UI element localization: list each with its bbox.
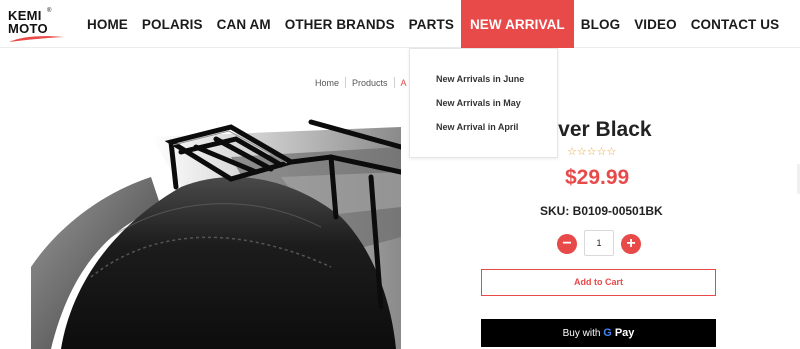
- nav-item-parts[interactable]: PARTS: [402, 0, 461, 48]
- product-sku: SKU: B0109-00501BK: [540, 204, 663, 218]
- product-price: $29.99: [565, 166, 630, 189]
- logo-swoosh-icon: [9, 36, 64, 42]
- dropdown-item-april[interactable]: New Arrival in April: [436, 122, 518, 132]
- quantity-increase-button[interactable]: +: [621, 234, 641, 254]
- breadcrumb-products[interactable]: Products: [346, 78, 394, 88]
- rating-stars[interactable]: ☆☆☆☆☆: [567, 147, 616, 158]
- nav-item-polaris[interactable]: POLARIS: [135, 0, 210, 48]
- logo-text-line2: MOTO: [8, 21, 48, 36]
- dropdown-item-june[interactable]: New Arrivals in June: [436, 74, 524, 84]
- breadcrumb: Home Products A: [315, 77, 413, 88]
- buy-with-google-pay-button[interactable]: Buy with G Pay: [481, 319, 716, 347]
- logo-registered-mark: ®: [47, 8, 52, 14]
- seat-cover-photo: [31, 117, 401, 349]
- rating-stars-icon: ☆☆☆☆☆: [567, 146, 617, 158]
- quantity-input[interactable]: [584, 230, 614, 256]
- nav-item-blog[interactable]: BLOG: [574, 0, 627, 48]
- dropdown-item-may[interactable]: New Arrivals in May: [436, 98, 521, 108]
- quantity-decrease-button[interactable]: −: [557, 234, 577, 254]
- nav-item-new-arrival[interactable]: NEW ARRIVAL: [460, 0, 574, 48]
- product-image[interactable]: [31, 117, 401, 349]
- breadcrumb-home[interactable]: Home: [315, 78, 345, 88]
- google-pay-logo-icon: G Pay: [603, 327, 635, 339]
- gpay-prefix-text: Buy with: [562, 328, 601, 339]
- main-nav: HOME POLARIS CAN AM OTHER BRANDS PARTS N…: [80, 0, 786, 48]
- new-arrival-dropdown-menu: New Arrivals in June New Arrivals in May…: [409, 48, 558, 158]
- add-to-cart-button[interactable]: Add to Cart: [481, 269, 716, 296]
- nav-item-can-am[interactable]: CAN AM: [210, 0, 278, 48]
- nav-item-contact-us[interactable]: CONTACT US: [684, 0, 787, 48]
- kemimoto-logo[interactable]: KEMI ® MOTO: [8, 8, 66, 44]
- nav-item-video[interactable]: VIDEO: [627, 0, 684, 48]
- nav-item-home[interactable]: HOME: [80, 0, 135, 48]
- site-header: KEMI ® MOTO HOME POLARIS CAN AM OTHER BR…: [0, 0, 800, 48]
- nav-item-other-brands[interactable]: OTHER BRANDS: [278, 0, 402, 48]
